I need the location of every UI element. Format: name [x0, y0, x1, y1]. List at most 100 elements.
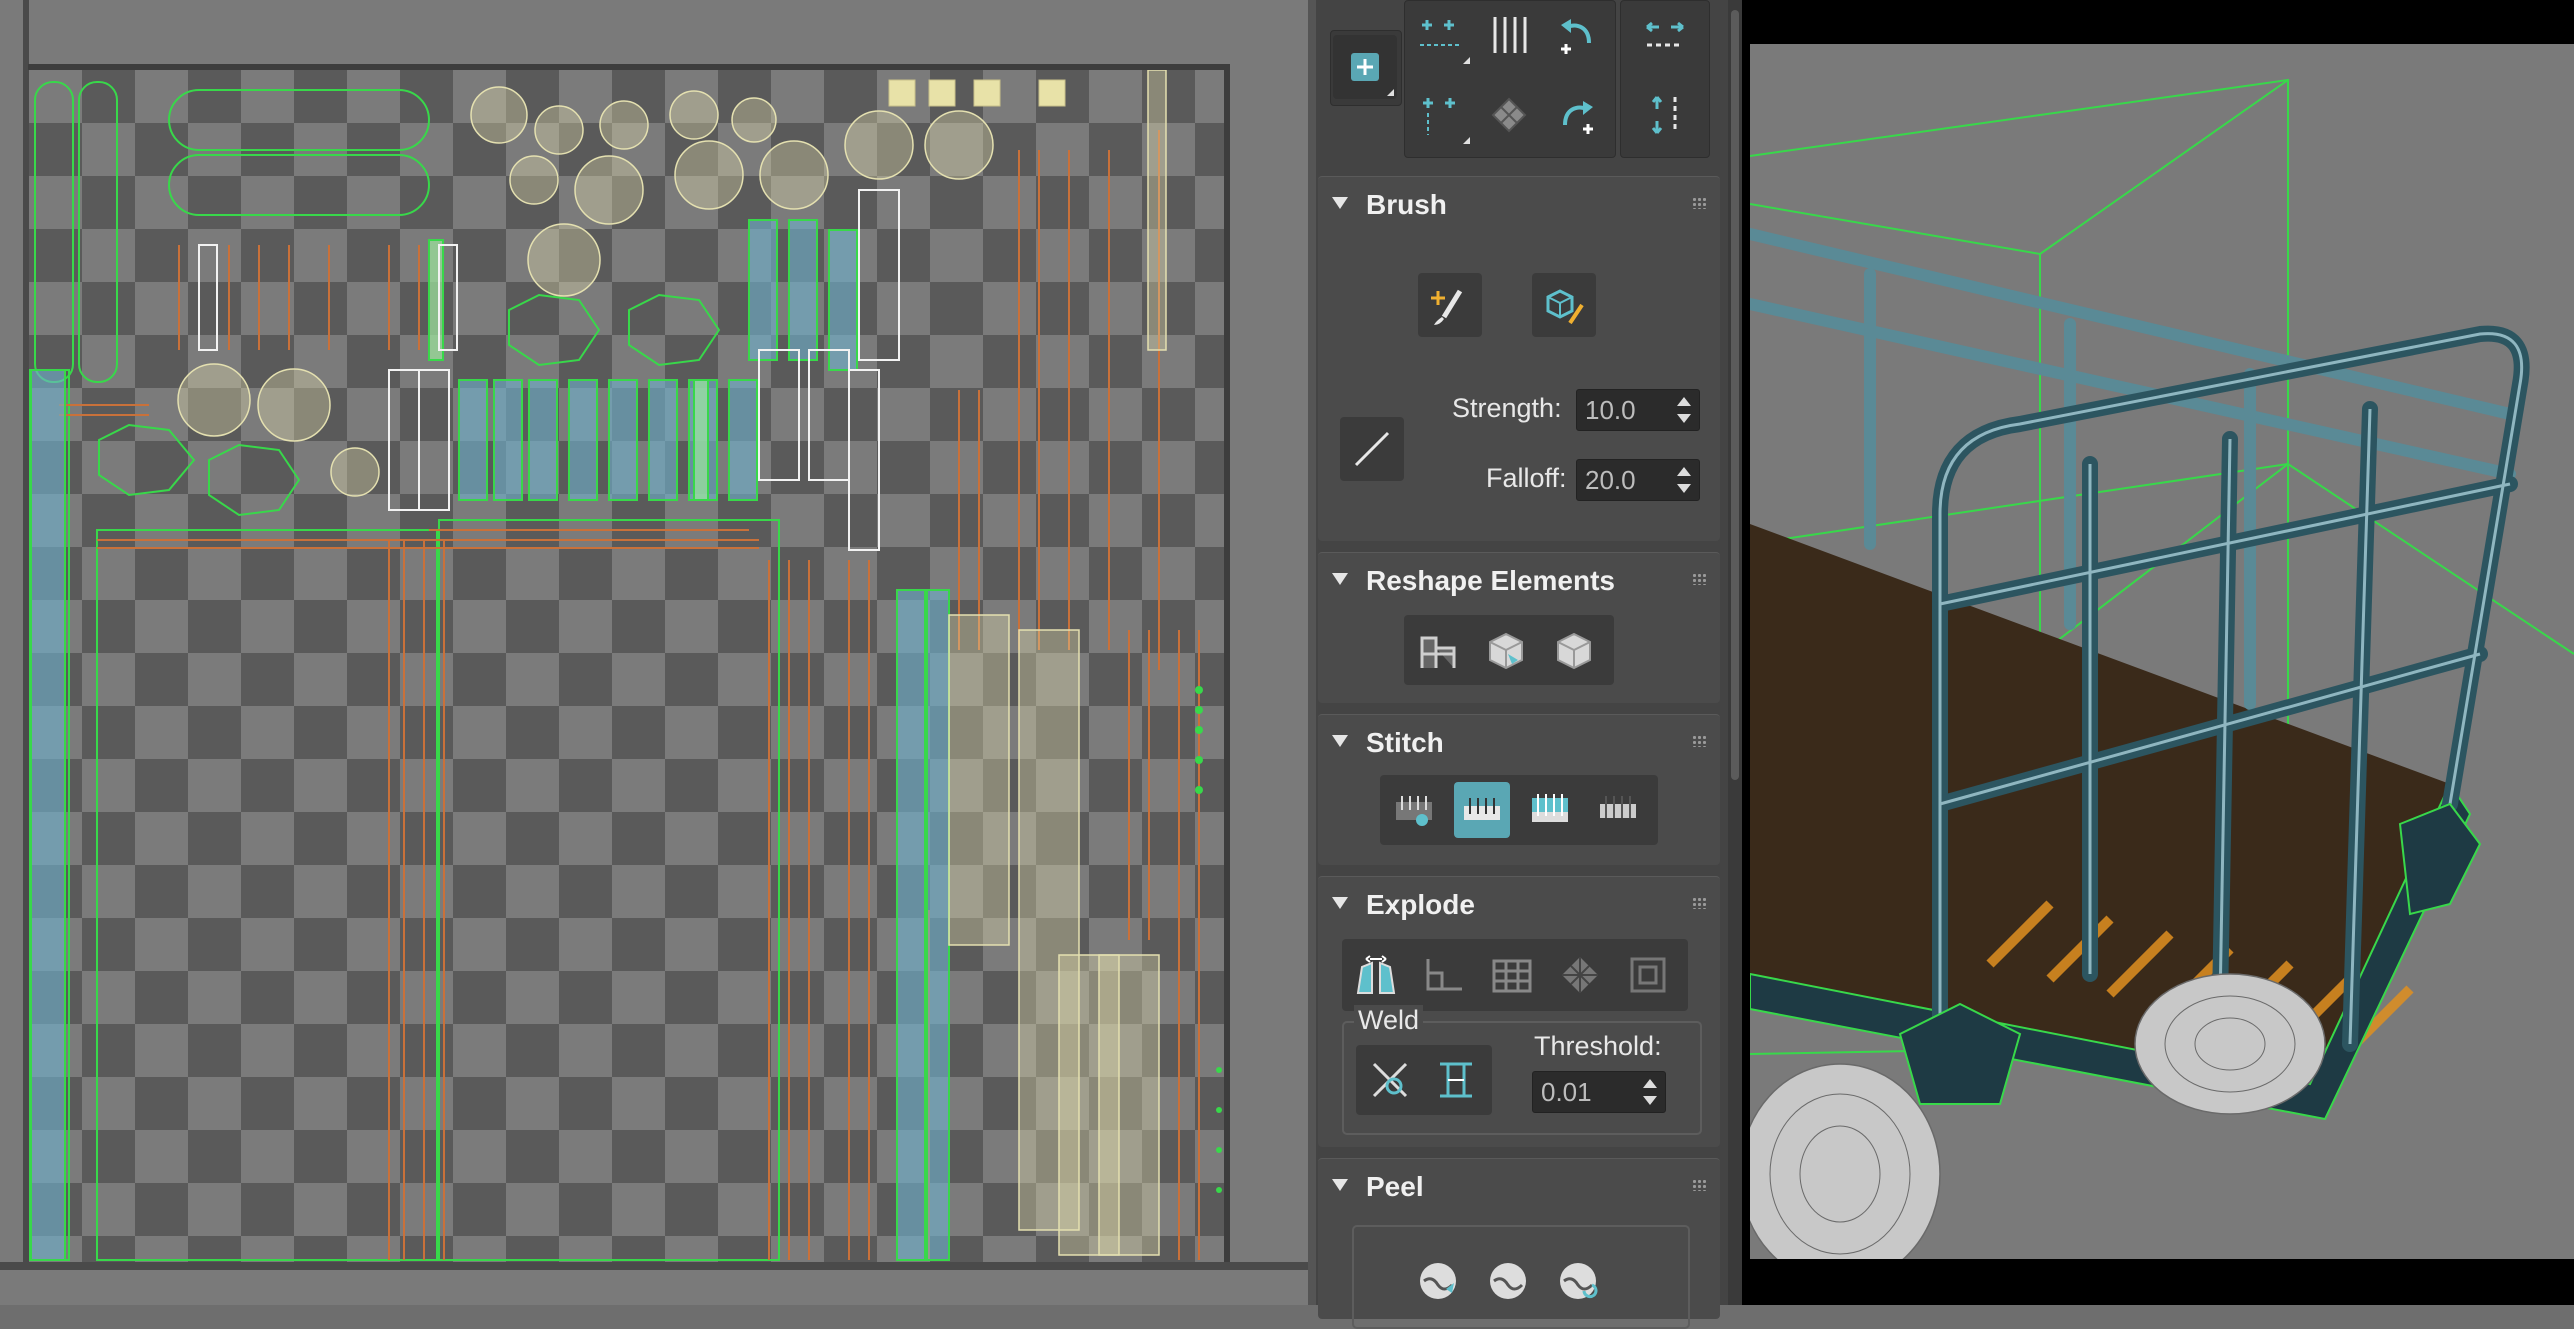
reshape-rollout-header[interactable]: Reshape Elements — [1318, 553, 1720, 605]
stitch-to-average-button[interactable] — [1522, 782, 1578, 838]
peel-mode-button[interactable] — [1480, 1253, 1536, 1309]
explode-button-strip — [1342, 939, 1688, 1011]
relax-tool-button[interactable] — [1477, 83, 1541, 147]
collapse-arrow-icon — [1332, 735, 1348, 747]
relax-by-face-icon — [1557, 632, 1591, 670]
relax-element-button[interactable] — [1478, 622, 1534, 678]
collapse-arrow-icon — [1332, 197, 1348, 209]
uv-checker-canvas[interactable] — [29, 70, 1224, 1262]
flatten-by-polygon-angle-button[interactable] — [1416, 947, 1472, 1003]
flatten-by-smoothing-groups-button[interactable] — [1552, 947, 1608, 1003]
straighten-button[interactable] — [1410, 622, 1466, 678]
spinner-up-icon[interactable] — [1677, 397, 1691, 406]
stretch-horizontal-icon — [1646, 21, 1684, 47]
panel-scroll-thumb[interactable] — [1731, 10, 1739, 780]
spinner-down-icon[interactable] — [1643, 1096, 1657, 1105]
add-edges-tool-button[interactable] — [1409, 83, 1473, 147]
spinner-up-icon[interactable] — [1677, 467, 1691, 476]
stitch-rollout-header[interactable]: Stitch — [1318, 715, 1720, 767]
viewport-scene[interactable] — [1750, 44, 2574, 1259]
peel-rollout-header[interactable]: Peel — [1318, 1159, 1720, 1211]
explode-title: Explode — [1366, 889, 1475, 920]
wheel-rear — [2134, 973, 2326, 1115]
stretch-horizontal-button[interactable] — [1633, 3, 1697, 67]
add-verts-tool-button[interactable] — [1333, 35, 1397, 99]
threshold-spinner[interactable] — [1532, 1071, 1666, 1113]
weld-selected-button[interactable] — [1362, 1052, 1418, 1108]
rotate-cw-icon — [1563, 101, 1593, 134]
uv-shell — [168, 89, 430, 151]
split-verts-tool-button[interactable] — [1409, 3, 1473, 67]
quick-peel-button[interactable] — [1410, 1253, 1466, 1309]
flatten-by-material-icon — [1492, 959, 1532, 993]
straighten-icon — [1420, 636, 1456, 668]
split-edges-icon — [1493, 17, 1527, 53]
peel-rollout: Peel — [1318, 1158, 1720, 1329]
brush-rollout: Brush Strength: Falloff: — [1318, 176, 1720, 541]
paint-relax-icon — [1546, 289, 1584, 325]
peel-mode-icon — [1490, 1263, 1526, 1299]
wheel-front — [1750, 1063, 1941, 1259]
flatten-by-material-button[interactable] — [1484, 947, 1540, 1003]
relax-by-face-button[interactable] — [1546, 622, 1602, 678]
uv-shell — [628, 293, 721, 367]
spinner-up-icon[interactable] — [1643, 1079, 1657, 1088]
falloff-type-icon — [1354, 431, 1390, 467]
strength-spinner[interactable] — [1576, 389, 1700, 431]
split-verts-icon — [1420, 20, 1462, 46]
rotate-ccw-icon — [1561, 19, 1591, 54]
spinner-down-icon[interactable] — [1677, 414, 1691, 423]
reshape-elements-rollout: Reshape Elements — [1318, 552, 1720, 703]
weld-label: Weld — [1354, 1005, 1424, 1036]
paint-relax-button[interactable] — [1532, 273, 1596, 337]
rotate-cw-tool-button[interactable] — [1545, 83, 1609, 147]
break-icon — [1630, 957, 1666, 993]
editor-splitter[interactable] — [1308, 0, 1316, 1305]
explode-rollout-header[interactable]: Explode — [1318, 877, 1720, 929]
stitch-to-target-icon — [1464, 798, 1500, 820]
spinner-down-icon[interactable] — [1677, 484, 1691, 493]
weld-all-button[interactable] — [1428, 1052, 1484, 1108]
drag-grip-icon[interactable] — [1692, 897, 1706, 909]
threshold-input[interactable] — [1533, 1072, 1633, 1112]
brush-rollout-header[interactable]: Brush — [1318, 177, 1720, 229]
strength-input[interactable] — [1577, 390, 1677, 430]
drag-grip-icon[interactable] — [1692, 573, 1706, 585]
stretch-vertical-button[interactable] — [1633, 83, 1697, 147]
collapse-arrow-icon — [1332, 897, 1348, 909]
stitch-to-target-button[interactable] — [1454, 782, 1510, 838]
toolbar-align-box — [1620, 0, 1710, 158]
toolbar-main-box — [1404, 0, 1616, 158]
split-edges-tool-button[interactable] — [1477, 3, 1541, 67]
perspective-viewport[interactable] — [1742, 0, 2574, 1305]
flatten-by-polygon-angle-icon — [1426, 959, 1462, 991]
stretch-vertical-icon — [1651, 96, 1677, 134]
quick-peel-icon — [1420, 1263, 1456, 1299]
reshape-button-strip — [1404, 615, 1614, 685]
flatten-by-smoothing-button[interactable] — [1348, 947, 1404, 1003]
rotate-ccw-tool-button[interactable] — [1545, 3, 1609, 67]
break-button[interactable] — [1620, 947, 1676, 1003]
uv-shell — [508, 293, 601, 367]
uv-editor-bottom-edge — [0, 1262, 1308, 1270]
reset-peel-button[interactable] — [1550, 1253, 1606, 1309]
uv-editor-area[interactable] — [0, 0, 1308, 1305]
peel-title: Peel — [1366, 1171, 1424, 1202]
stitch-title: Stitch — [1366, 727, 1444, 758]
paint-move-button[interactable] — [1418, 273, 1482, 337]
uv-islands — [29, 70, 1222, 1261]
uv-shell — [78, 81, 118, 383]
drag-grip-icon[interactable] — [1692, 735, 1706, 747]
weld-all-icon — [1440, 1062, 1472, 1098]
falloff-input[interactable] — [1577, 460, 1677, 500]
stitch-to-source-button[interactable] — [1590, 782, 1646, 838]
stitch-custom-button[interactable] — [1386, 782, 1442, 838]
drag-grip-icon[interactable] — [1692, 197, 1706, 209]
falloff-type-button[interactable] — [1340, 417, 1404, 481]
strength-label: Strength: — [1452, 393, 1562, 423]
drag-grip-icon[interactable] — [1692, 1179, 1706, 1191]
falloff-spinner[interactable] — [1576, 459, 1700, 501]
uv-shell — [30, 369, 66, 1261]
relax-icon — [1491, 97, 1527, 133]
uv-shell — [168, 154, 430, 216]
